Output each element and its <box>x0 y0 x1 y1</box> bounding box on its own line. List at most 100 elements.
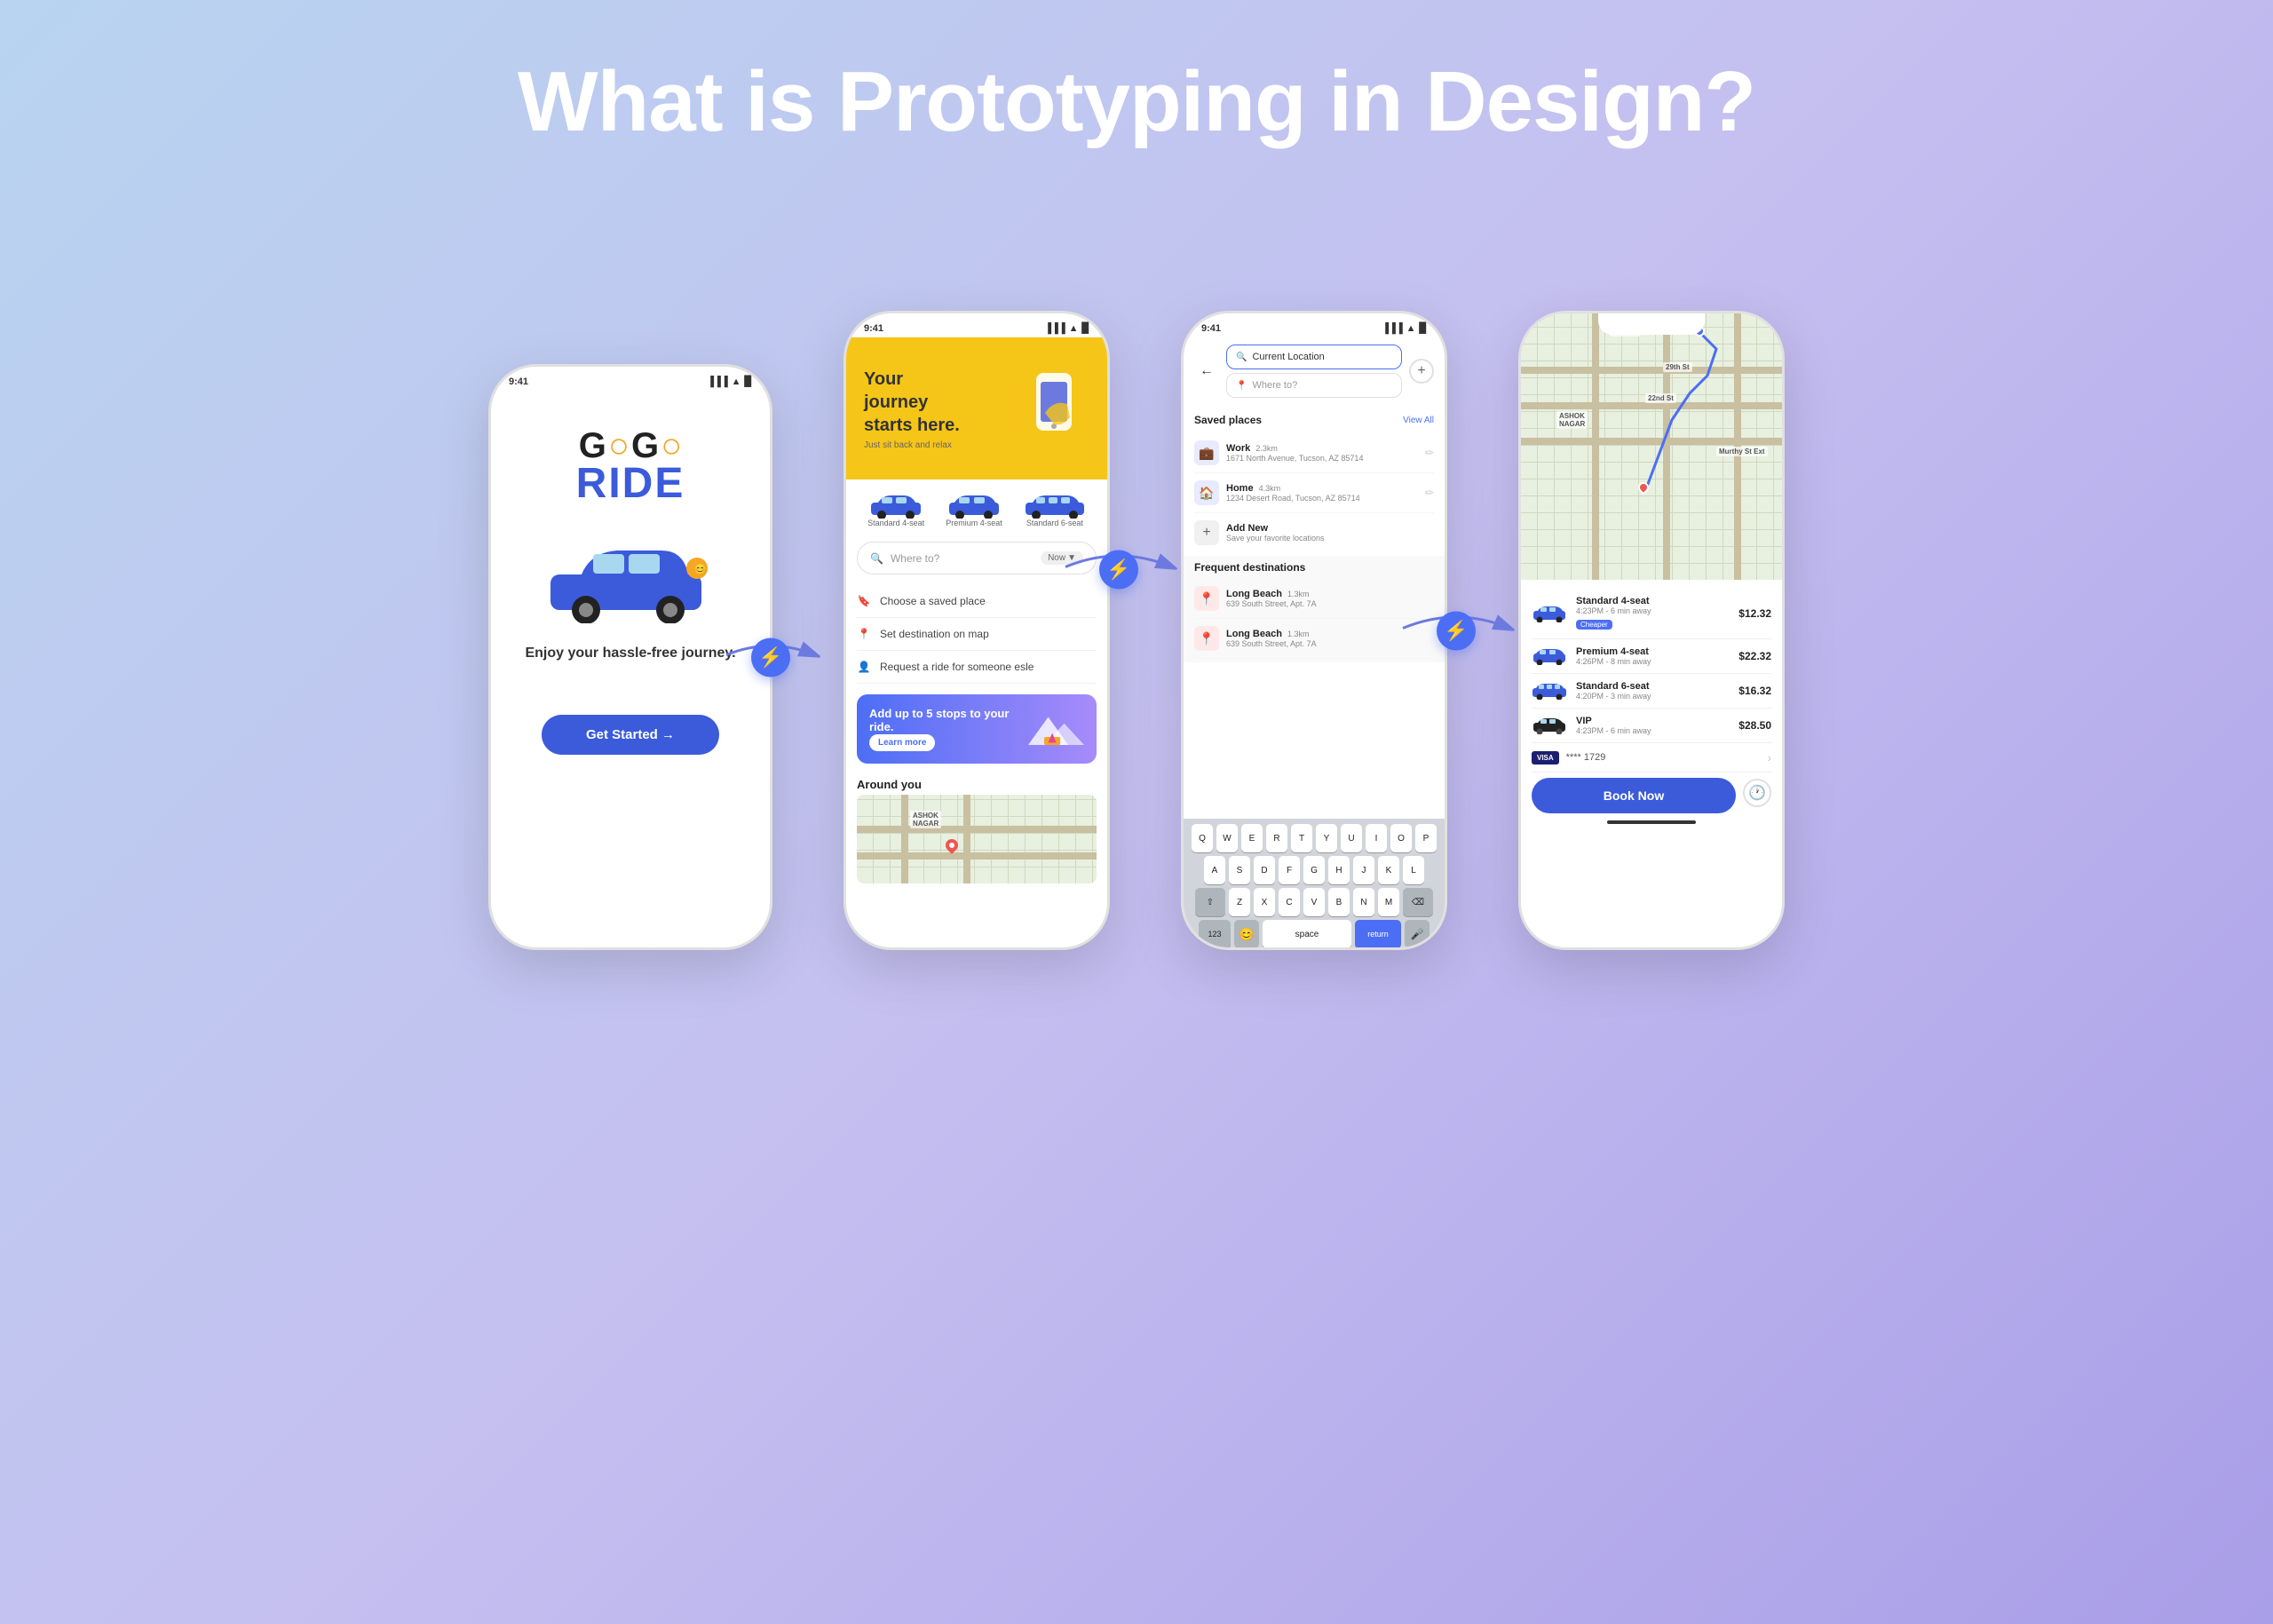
add-new-place[interactable]: + Add New Save your favorite locations <box>1194 513 1434 552</box>
car-standard-4[interactable]: Standard 4-seat <box>867 494 924 527</box>
road-h1 <box>857 826 1097 833</box>
road-v2 <box>963 795 970 883</box>
ride-time-std4: 4:23PM - 6 min away <box>1576 606 1730 615</box>
key-w[interactable]: W <box>1216 824 1238 852</box>
ride-name-vip: VIP <box>1576 716 1730 726</box>
key-x[interactable]: X <box>1254 888 1275 916</box>
current-location-input[interactable]: 🔍 Current Location <box>1226 345 1402 369</box>
connector-3-4: ⚡ <box>1394 598 1518 664</box>
key-t[interactable]: T <box>1291 824 1312 852</box>
home-indicator-4 <box>1607 820 1696 824</box>
key-h[interactable]: H <box>1328 856 1350 884</box>
book-row: Book Now 🕐 <box>1532 772 1771 813</box>
ride-name-prem4: Premium 4-seat <box>1576 646 1730 657</box>
key-backspace[interactable]: ⌫ <box>1403 888 1433 916</box>
home-dist: 4.3km <box>1259 484 1281 493</box>
key-row-4: 123 😊 space return 🎤 <box>1187 920 1441 948</box>
ride-option-std4[interactable]: Standard 4-seat 4:23PM - 6 min away Chea… <box>1532 589 1771 639</box>
phone-4-content: 3rd Ave 29th St 22nd St ASHOKNAGAR Murth… <box>1521 313 1782 947</box>
car-prem4-label: Premium 4-seat <box>946 519 1002 527</box>
menu-item-someone[interactable]: 👤 Request a ride for someone esle <box>857 651 1097 684</box>
key-j[interactable]: J <box>1353 856 1374 884</box>
phone-2: 9:41 ▐▐▐ ▲ ▉ Your journey starts here. J… <box>843 311 1110 950</box>
key-s[interactable]: S <box>1229 856 1250 884</box>
home-info: Home 4.3km 1234 Desert Road, Tucson, AZ … <box>1226 483 1418 503</box>
status-icons-1: ▐▐▐ ▲ ▉ <box>707 376 752 387</box>
key-k[interactable]: K <box>1378 856 1399 884</box>
banner-illustration <box>1018 364 1089 453</box>
ride-car-icon-3 <box>1532 682 1567 700</box>
ride-car-icon-2 <box>1532 647 1567 665</box>
home-edit-icon[interactable]: ✏ <box>1425 487 1434 499</box>
menu-item-map[interactable]: 📍 Set destination on map <box>857 618 1097 651</box>
car-standard-6[interactable]: Standard 6-seat <box>1024 494 1086 527</box>
destination-input[interactable]: 📍 Where to? <box>1226 373 1402 398</box>
key-i[interactable]: I <box>1366 824 1387 852</box>
key-row-2: A S D F G H J K L <box>1187 856 1441 884</box>
key-return[interactable]: return <box>1355 920 1401 948</box>
key-m[interactable]: M <box>1378 888 1399 916</box>
card-number: **** 1729 <box>1566 752 1606 763</box>
payment-chevron: › <box>1767 750 1771 764</box>
ride-option-prem4[interactable]: Premium 4-seat 4:26PM - 8 min away $22.3… <box>1532 639 1771 674</box>
dest-pin-icon: 📍 <box>1236 381 1247 391</box>
key-v[interactable]: V <box>1303 888 1325 916</box>
key-p[interactable]: P <box>1415 824 1437 852</box>
visa-badge: VISA <box>1532 751 1559 764</box>
car-illustration: 😊 <box>533 535 728 628</box>
key-mic[interactable]: 🎤 <box>1405 920 1430 948</box>
place-item-work[interactable]: 💼 Work 2.3km 1671 North Avenue, Tucson, … <box>1194 433 1434 473</box>
book-button[interactable]: Book Now <box>1532 778 1736 813</box>
key-shift[interactable]: ⇧ <box>1195 888 1225 916</box>
menu-saved-label: Choose a saved place <box>880 595 986 607</box>
ride-info-std4: Standard 4-seat 4:23PM - 6 min away Chea… <box>1576 596 1730 631</box>
banner-sub: Just sit back and relax <box>864 440 970 450</box>
key-l[interactable]: L <box>1403 856 1424 884</box>
key-c[interactable]: C <box>1279 888 1300 916</box>
schedule-button[interactable]: 🕐 <box>1743 779 1771 807</box>
map-tiles <box>857 795 1097 883</box>
payment-row[interactable]: VISA **** 1729 › <box>1532 743 1771 772</box>
key-space[interactable]: space <box>1263 920 1351 948</box>
svg-text:😊: 😊 <box>693 563 707 575</box>
key-q[interactable]: Q <box>1192 824 1213 852</box>
car-premium-4[interactable]: Premium 4-seat <box>946 494 1002 527</box>
key-n[interactable]: N <box>1353 888 1374 916</box>
key-b[interactable]: B <box>1328 888 1350 916</box>
place-item-home[interactable]: 🏠 Home 4.3km 1234 Desert Road, Tucson, A… <box>1194 473 1434 513</box>
key-f[interactable]: F <box>1279 856 1300 884</box>
key-z[interactable]: Z <box>1229 888 1250 916</box>
key-r[interactable]: R <box>1266 824 1287 852</box>
key-emoji[interactable]: 😊 <box>1234 920 1259 948</box>
work-edit-icon[interactable]: ✏ <box>1425 447 1434 459</box>
get-started-button[interactable]: Get Started → <box>542 715 719 755</box>
saved-places-section: Saved places View All 💼 Work 2.3km 1671 … <box>1184 405 1445 556</box>
saved-title: Saved places <box>1194 414 1262 426</box>
view-all-link[interactable]: View All <box>1403 416 1434 425</box>
key-a[interactable]: A <box>1204 856 1225 884</box>
add-new-info: Add New Save your favorite locations <box>1226 523 1325 543</box>
key-o[interactable]: O <box>1390 824 1412 852</box>
ride-option-vip[interactable]: VIP 4:23PM - 6 min away $28.50 <box>1532 709 1771 743</box>
add-stop-button[interactable]: + <box>1409 359 1434 384</box>
phone-2-container: 9:41 ▐▐▐ ▲ ▉ Your journey starts here. J… <box>843 257 1110 950</box>
wifi-icon: ▲ <box>732 376 741 387</box>
logo-area: G ○ G ○ RIDE <box>576 426 685 508</box>
road-h2 <box>857 852 1097 860</box>
key-y[interactable]: Y <box>1316 824 1337 852</box>
back-button[interactable]: ← <box>1194 359 1219 384</box>
key-e[interactable]: E <box>1241 824 1263 852</box>
add-new-label: Add New <box>1226 523 1325 534</box>
battery-3: ▉ <box>1420 322 1427 334</box>
learn-more-button[interactable]: Learn more <box>869 734 935 751</box>
key-123[interactable]: 123 <box>1199 920 1231 948</box>
signal-3: ▐▐▐ <box>1382 323 1402 334</box>
key-d[interactable]: D <box>1254 856 1275 884</box>
key-g[interactable]: G <box>1303 856 1325 884</box>
clock-icon: 🕐 <box>1748 784 1766 802</box>
ride-option-std6[interactable]: Standard 6-seat 4:20PM - 3 min away $16.… <box>1532 674 1771 709</box>
key-u[interactable]: U <box>1341 824 1362 852</box>
ride-info-vip: VIP 4:23PM - 6 min away <box>1576 716 1730 735</box>
freq-pin-icon-1: 📍 <box>1194 586 1219 611</box>
saved-places-header: Saved places View All <box>1194 414 1434 426</box>
